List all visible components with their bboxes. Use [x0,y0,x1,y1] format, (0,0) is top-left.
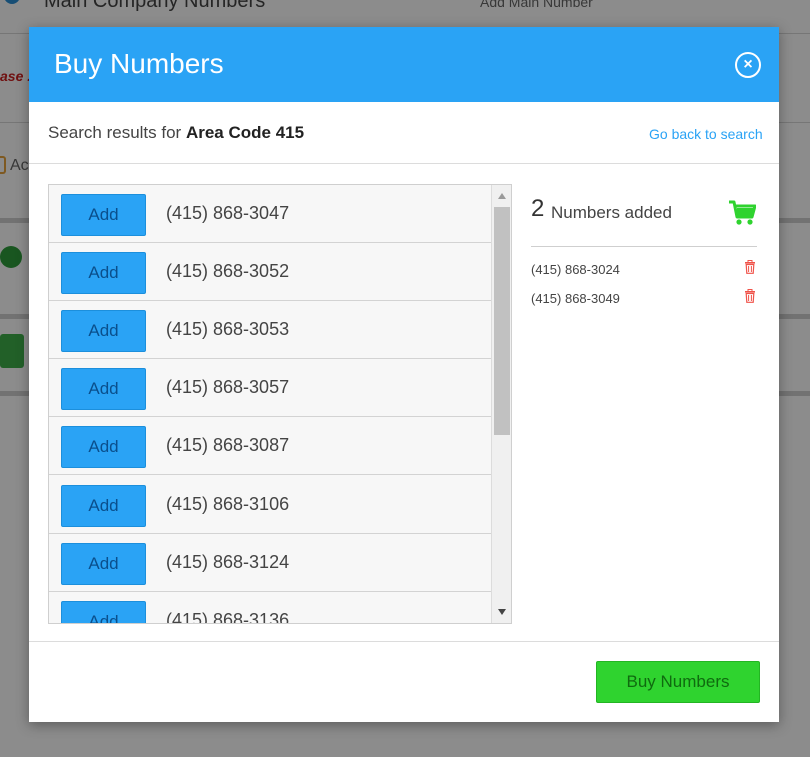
search-summary: Search results for Area Code 415 [48,123,304,143]
divider [29,163,779,164]
result-row: Add (415) 868-3136 [49,592,491,624]
add-button[interactable]: Add [61,485,146,527]
close-icon[interactable]: × [735,52,761,78]
result-row: Add (415) 868-3053 [49,301,491,359]
add-button[interactable]: Add [61,426,146,468]
divider [531,246,757,247]
result-row: Add (415) 868-3052 [49,243,491,301]
buy-numbers-modal: Buy Numbers × Search results for Area Co… [29,27,779,722]
result-row: Add (415) 868-3057 [49,359,491,417]
search-query: Area Code 415 [185,123,305,142]
add-button[interactable]: Add [61,543,146,585]
add-button[interactable]: Add [61,368,146,410]
chevron-up-icon[interactable] [498,193,506,199]
result-number: (415) 868-3047 [166,203,290,223]
add-button[interactable]: Add [61,601,146,623]
cart-item-number: (415) 868-3024 [531,262,620,277]
modal-header: Buy Numbers × [29,27,779,102]
result-row: Add (415) 868-3124 [49,534,491,592]
result-number: (415) 868-3124 [166,552,290,572]
shopping-cart-icon [729,200,756,225]
go-back-to-search-link[interactable]: Go back to search [649,126,763,142]
add-button[interactable]: Add [61,310,146,352]
cart-item: (415) 868-3024 [531,260,757,280]
result-number: (415) 868-3106 [166,494,290,514]
cart-item-number: (415) 868-3049 [531,291,620,306]
search-results-list[interactable]: Add (415) 868-3047 Add (415) 868-3052 Ad… [48,184,512,624]
result-row: Add (415) 868-3047 [49,185,491,243]
add-button[interactable]: Add [61,252,146,294]
result-row: Add (415) 868-3087 [49,417,491,475]
trash-icon[interactable] [744,289,756,303]
modal-title: Buy Numbers [54,48,224,79]
result-number: (415) 868-3087 [166,435,290,455]
cart-count: 2 [531,195,545,222]
trash-icon[interactable] [744,260,756,274]
result-number: (415) 868-3057 [166,377,290,397]
chevron-down-icon[interactable] [498,609,506,615]
results-scrollbar[interactable] [491,185,511,623]
scroll-thumb[interactable] [494,207,510,435]
result-number: (415) 868-3052 [166,261,290,281]
buy-numbers-button[interactable]: Buy Numbers [596,661,760,703]
cart-item: (415) 868-3049 [531,289,757,309]
result-row: Add (415) 868-3106 [49,476,491,534]
cart-label: Numbers added [551,203,672,222]
add-button[interactable]: Add [61,194,146,236]
search-prefix: Search results for [48,123,186,142]
result-number: (415) 868-3053 [166,319,290,339]
result-number: (415) 868-3136 [166,610,290,624]
divider [29,641,779,642]
